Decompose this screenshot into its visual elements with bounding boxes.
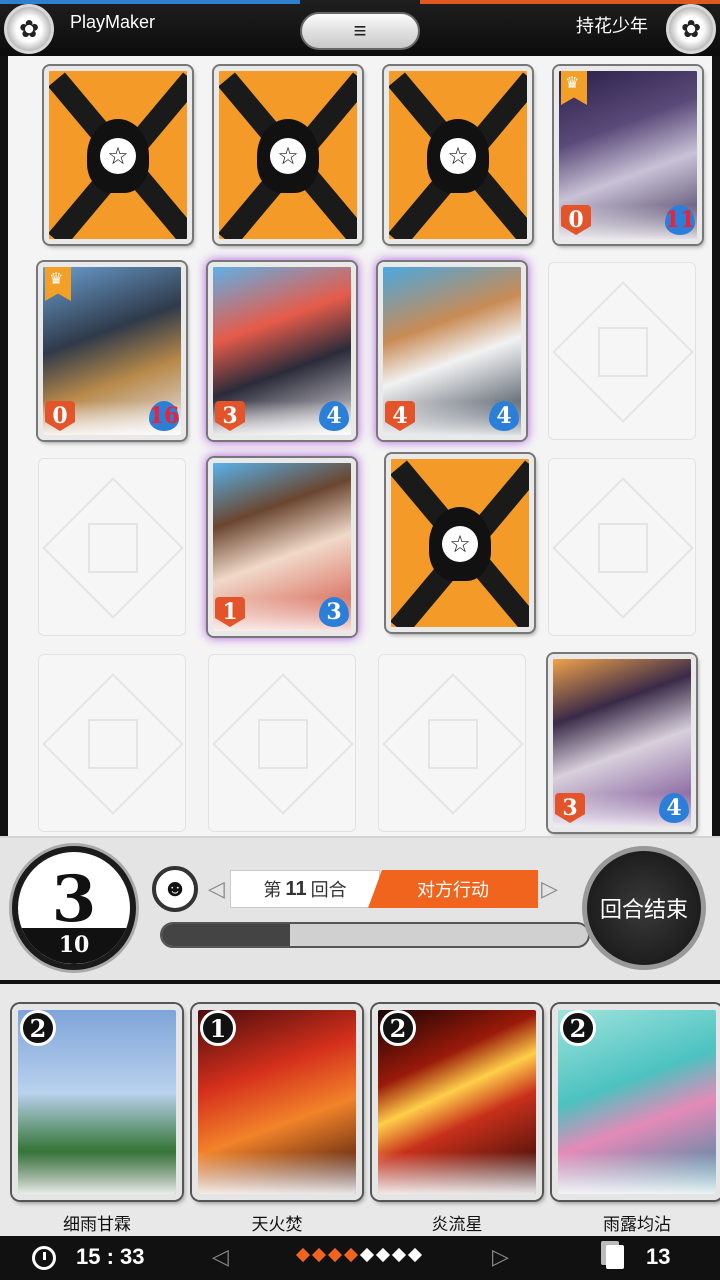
hand-card-name: 雨露均沾 <box>603 1215 671 1234</box>
chevron-left-icon: ◁ <box>208 876 225 901</box>
pentagram-icon: ☆ <box>440 138 476 174</box>
health-stat: 16 <box>148 401 180 431</box>
menu-button[interactable]: ≡ <box>300 12 420 50</box>
turn-indicator: ◁ 第 11 回合 对方行动 ▷ <box>208 870 558 908</box>
hand-card[interactable]: 2 <box>552 1004 720 1200</box>
page-dot <box>295 1247 311 1263</box>
health-stat: 4 <box>489 401 519 431</box>
top-bar: ✿ PlayMaker ≡ 持花少年 ✿ <box>0 0 720 56</box>
hand-card[interactable]: 2 <box>12 1004 182 1200</box>
cost-badge: 2 <box>380 1010 416 1046</box>
empty-board-slot[interactable] <box>548 458 696 636</box>
health-stat: 3 <box>319 597 349 627</box>
player-color-bar-left <box>0 0 300 4</box>
clock-icon <box>32 1246 56 1270</box>
deck-icon <box>606 1245 624 1269</box>
player-color-bar-right <box>420 0 720 4</box>
hand-card[interactable]: 2 <box>372 1004 542 1200</box>
empty-board-slot[interactable] <box>208 654 356 832</box>
opponent-card-back: ☆ <box>384 66 532 244</box>
crown-icon: ♛ <box>49 271 64 288</box>
empty-board-slot[interactable] <box>38 654 186 832</box>
emote-button[interactable]: ☻ <box>152 866 198 912</box>
chevron-right-icon[interactable]: ▷ <box>492 1244 509 1270</box>
mana-max: 10 <box>18 928 130 964</box>
cost-badge: 1 <box>200 1010 236 1046</box>
page-dot <box>391 1247 407 1263</box>
health-stat: 4 <box>659 793 689 823</box>
empty-board-slot[interactable] <box>548 262 696 440</box>
opponent-card-back: ☆ <box>214 66 362 244</box>
page-dot <box>407 1247 423 1263</box>
unit-card[interactable]: 1 3 <box>208 458 356 636</box>
chevron-left-icon[interactable]: ◁ <box>212 1244 229 1270</box>
smiley-icon: ☻ <box>162 875 188 902</box>
player-hand: 2 细雨甘霖 1 天火焚 2 炎流星 2 雨露均沾 <box>0 980 720 1236</box>
deck-count: 13 <box>646 1244 671 1269</box>
opponent-card-back: ☆ <box>44 66 192 244</box>
cost-badge: 2 <box>560 1010 596 1046</box>
unit-card[interactable]: 3 4 <box>208 262 356 440</box>
hand-card-name: 细雨甘霖 <box>63 1215 131 1234</box>
turn-timer-fill <box>162 924 290 946</box>
health-stat: 11 <box>664 205 696 235</box>
health-stat: 4 <box>319 401 349 431</box>
mana-counter: 3 10 <box>12 846 136 970</box>
bottom-bar: 15 : 33 ◁ ▷ 13 <box>0 1236 720 1280</box>
hand-card[interactable]: 1 <box>192 1004 362 1200</box>
round-label: 第 11 回合 <box>230 870 380 908</box>
hand-card-name: 天火焚 <box>251 1215 303 1234</box>
empty-board-slot[interactable] <box>38 458 186 636</box>
unit-card[interactable]: 4 4 <box>378 262 526 440</box>
face-down-card[interactable]: ☆ <box>386 454 534 632</box>
opponent-name: 持花少年 <box>576 16 648 36</box>
hand-card-name: 炎流星 <box>431 1215 483 1234</box>
crown-icon: ♛ <box>565 75 580 92</box>
page-dot <box>343 1247 359 1263</box>
end-turn-button[interactable]: 回合结束 <box>582 846 706 970</box>
turn-state: 对方行动 <box>368 870 538 908</box>
player-name: PlayMaker <box>70 12 156 32</box>
turn-timer-bar <box>160 922 590 948</box>
empty-board-slot[interactable] <box>378 654 526 832</box>
unit-card[interactable]: ♛ 0 11 <box>554 66 702 244</box>
page-indicator <box>295 1247 423 1263</box>
page-dot <box>311 1247 327 1263</box>
page-dot <box>327 1247 343 1263</box>
cost-badge: 2 <box>20 1010 56 1046</box>
chevron-right-icon: ▷ <box>541 876 558 901</box>
game-clock: 15 : 33 <box>76 1244 145 1269</box>
page-dot <box>359 1247 375 1263</box>
unit-card[interactable]: 3 4 <box>548 654 696 832</box>
game-board: ☆ ☆ ☆ ♛ 0 11 ♛ 0 16 3 4 4 4 1 3 ☆ 3 4 <box>0 56 720 836</box>
mana-current: 3 <box>51 862 97 937</box>
pentagram-icon: ☆ <box>442 526 478 562</box>
player-emblem-icon[interactable]: ✿ <box>4 4 54 54</box>
hamburger-icon: ≡ <box>353 18 367 43</box>
round-number: 11 <box>285 877 307 900</box>
pentagram-icon: ☆ <box>100 138 136 174</box>
unit-card[interactable]: ♛ 0 16 <box>38 262 186 440</box>
pentagram-icon: ☆ <box>270 138 306 174</box>
opponent-emblem-icon[interactable]: ✿ <box>666 4 716 54</box>
page-dot <box>375 1247 391 1263</box>
